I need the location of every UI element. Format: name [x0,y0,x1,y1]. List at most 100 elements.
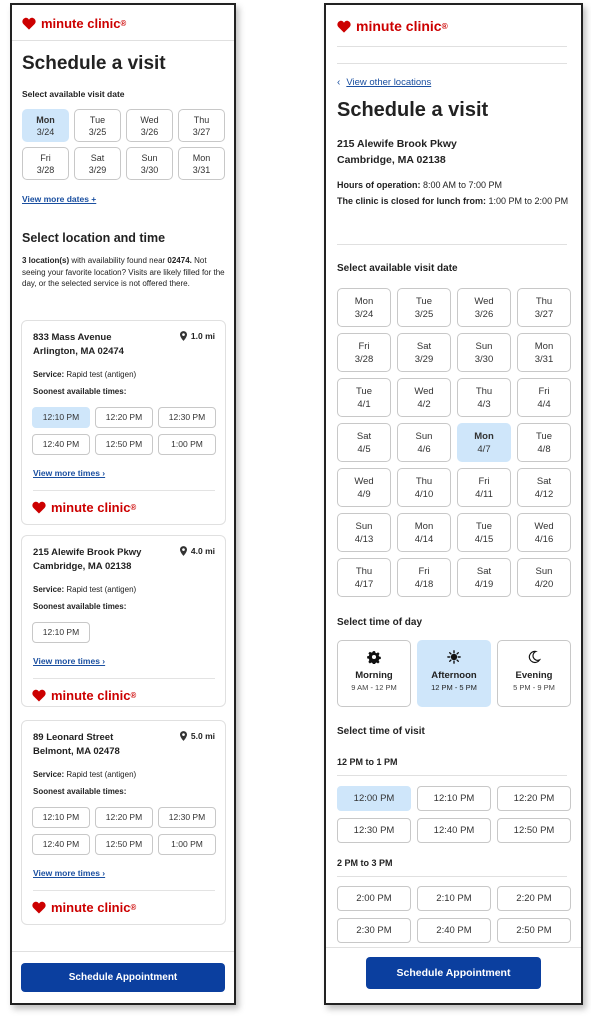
date-option[interactable]: Fri 4/4 [517,378,571,417]
date-day: 4/7 [477,444,491,455]
date-option[interactable]: Sat 3/29 [397,333,451,372]
time-slot-button[interactable]: 2:50 PM [497,918,571,943]
date-option[interactable]: Fri 4/18 [397,558,451,597]
lunch-closure: The clinic is closed for lunch from: 1:0… [337,195,577,208]
date-option[interactable]: Sat 3/29 [74,147,121,180]
date-option[interactable]: Mon 4/7 [457,423,511,462]
date-option[interactable]: Sat 4/19 [457,558,511,597]
time-slot-button[interactable]: 12:10 PM [32,622,90,643]
time-slot-button[interactable]: 12:30 PM [158,807,216,828]
date-option[interactable]: Sun 3/30 [126,147,173,180]
clinic-address: 215 Alewife Brook Pkwy Cambridge, MA 021… [337,136,457,168]
date-option[interactable]: Thu 3/27 [517,288,571,327]
soonest-times-label: Soonest available times: [33,787,127,796]
time-slot-button[interactable]: 2:10 PM [417,886,491,911]
date-weekday: Sat [416,341,432,352]
location-street: 833 Mass Avenue [33,332,112,343]
card-divider [33,490,215,491]
date-weekday: Sun [355,521,373,532]
date-option[interactable]: Thu 4/17 [337,558,391,597]
date-weekday: Sat [90,153,105,163]
time-slot-button[interactable]: 2:00 PM [337,886,411,911]
time-of-day-afternoon[interactable]: Afternoon 12 PM - 5 PM [417,640,491,707]
date-weekday: Thu [355,566,373,577]
date-option[interactable]: Mon 3/31 [517,333,571,372]
date-option[interactable]: Wed 3/26 [457,288,511,327]
date-option[interactable]: Wed 4/9 [337,468,391,507]
date-option[interactable]: Mon 3/31 [178,147,225,180]
date-day: 4/11 [475,489,493,500]
location-city: Arlington, MA 02474 [33,346,124,357]
date-option[interactable]: Thu 4/3 [457,378,511,417]
time-slot-button[interactable]: 12:40 PM [32,834,90,855]
time-slot-button[interactable]: 2:30 PM [337,918,411,943]
date-option[interactable]: Tue 4/15 [457,513,511,552]
date-option[interactable]: Thu 4/10 [397,468,451,507]
date-option[interactable]: Sun 4/20 [517,558,571,597]
time-slot-button[interactable]: 12:50 PM [497,818,571,843]
back-to-locations[interactable]: ‹ View other locations [337,77,431,88]
date-option[interactable]: Mon 4/14 [397,513,451,552]
date-option[interactable]: Tue 3/25 [397,288,451,327]
time-slot-button[interactable]: 12:20 PM [95,807,153,828]
date-option[interactable]: Thu 3/27 [178,109,225,142]
date-option[interactable]: Tue 4/1 [337,378,391,417]
date-option[interactable]: Wed 4/16 [517,513,571,552]
time-slot-button[interactable]: 12:30 PM [337,818,411,843]
time-slot-button[interactable]: 1:00 PM [158,834,216,855]
time-slot-grid: 2:00 PM 2:10 PM 2:20 PM 2:30 PM 2:40 PM 2:50 … [337,886,571,943]
time-slot-button[interactable]: 1:00 PM [158,434,216,455]
date-option[interactable]: Fri 3/28 [22,147,69,180]
time-slot-button[interactable]: 12:20 PM [497,786,571,811]
time-slot-button[interactable]: 2:40 PM [417,918,491,943]
time-slot-button[interactable]: 12:10 PM [32,407,90,428]
time-slot-button[interactable]: 12:40 PM [417,818,491,843]
time-slot-button[interactable]: 12:00 PM [337,786,411,811]
brand-logo: minute clinic ® [22,16,126,31]
date-option[interactable]: Sat 4/12 [517,468,571,507]
date-option[interactable]: Sat 4/5 [337,423,391,462]
date-option[interactable]: Mon 3/24 [337,288,391,327]
time-of-day-morning[interactable]: Morning 9 AM - 12 PM [337,640,411,707]
date-option[interactable]: Tue 4/8 [517,423,571,462]
date-option[interactable]: Sun 3/30 [457,333,511,372]
date-option[interactable]: Fri 3/28 [337,333,391,372]
location-count: 3 location(s) [22,256,70,265]
schedule-appointment-button[interactable]: Schedule Appointment [21,963,225,992]
time-slot-button[interactable]: 12:50 PM [95,834,153,855]
hours-of-operation: Hours of operation: 8:00 AM to 7:00 PM [337,179,577,192]
time-slot-button[interactable]: 12:10 PM [417,786,491,811]
date-weekday: Thu [415,476,433,487]
date-option[interactable]: Wed 4/2 [397,378,451,417]
date-weekday: Wed [354,476,374,487]
service-line: Service: Rapid test (antigen) [33,585,136,594]
date-option[interactable]: Sun 4/13 [337,513,391,552]
view-other-locations-link[interactable]: View other locations [346,77,431,88]
time-slot-button[interactable]: 12:40 PM [32,434,90,455]
date-weekday: Tue [355,386,373,397]
time-slot-button[interactable]: 12:50 PM [95,434,153,455]
date-weekday: Wed [414,386,434,397]
date-weekday: Sun [475,341,493,352]
date-option[interactable]: Mon 3/24 [22,109,69,142]
time-slot-button[interactable]: 12:20 PM [95,407,153,428]
view-more-times-link[interactable]: View more times › [33,468,105,478]
date-day: 4/12 [534,489,554,500]
time-slot-button[interactable]: 12:10 PM [32,807,90,828]
time-slot-button[interactable]: 12:30 PM [158,407,216,428]
date-day: 3/29 [414,354,434,365]
date-option[interactable]: Sun 4/6 [397,423,451,462]
date-option[interactable]: Wed 3/26 [126,109,173,142]
view-more-dates-link[interactable]: View more dates + [22,194,96,204]
schedule-appointment-button[interactable]: Schedule Appointment [366,957,541,989]
time-of-day-range: 9 AM - 12 PM [351,683,397,692]
location-city: Belmont, MA 02478 [33,746,120,757]
date-option[interactable]: Fri 4/11 [457,468,511,507]
date-option[interactable]: Tue 3/25 [74,109,121,142]
date-weekday: Tue [475,521,493,532]
time-of-day-evening[interactable]: Evening 5 PM - 9 PM [497,640,571,707]
time-slot-button[interactable]: 2:20 PM [497,886,571,911]
view-more-times-link[interactable]: View more times › [33,656,105,666]
date-weekday: Mon [474,431,494,442]
view-more-times-link[interactable]: View more times › [33,868,105,878]
